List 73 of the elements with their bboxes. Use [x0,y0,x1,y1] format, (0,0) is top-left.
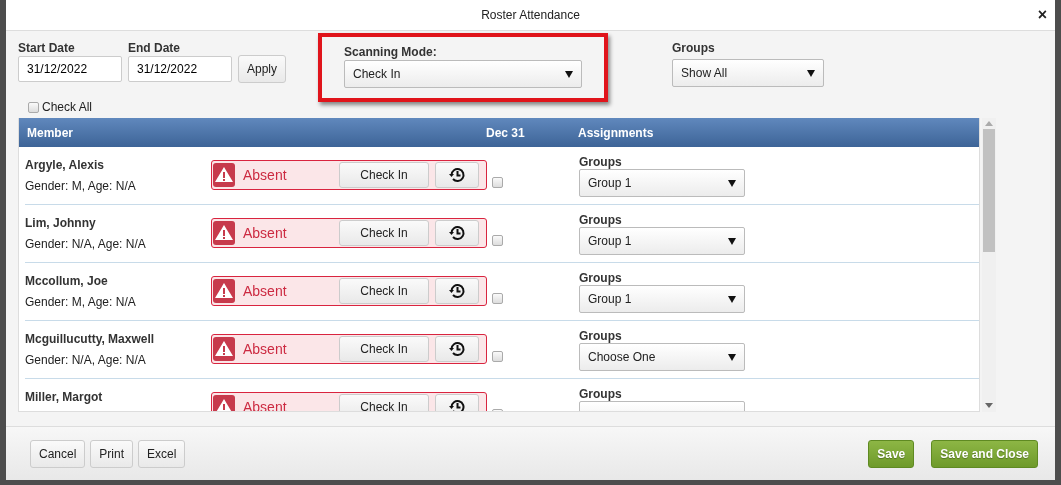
check-in-button[interactable]: Check In [339,162,429,188]
caret-icon [728,295,736,303]
scrollbar-thumb[interactable] [983,129,995,252]
status-text: Absent [243,225,288,241]
footer-button[interactable]: Cancel [30,439,86,468]
field-label: Groups [579,387,623,401]
member-details: Gender: M, Age: N/A [25,179,137,193]
member-name: Lim, Johnny [25,216,97,230]
history-button[interactable] [435,278,479,304]
field-label: Groups [579,155,623,169]
caret-icon [565,70,574,78]
history-icon [448,398,466,411]
field-label: Groups [579,213,623,227]
history-button[interactable] [435,162,479,188]
member-name: Mcguillucutty, Maxwell [25,332,156,346]
member-details: Gender: N/A, Age: N/A [25,237,147,251]
field-label: End Date [128,41,181,55]
group-dropdown[interactable]: Group 1 [579,227,745,255]
field-label: Groups [672,41,716,55]
check-in-button[interactable]: Check In [339,336,429,362]
checkbox[interactable] [28,101,39,113]
checkbox[interactable] [492,235,503,246]
footer-button[interactable]: Print [90,439,134,468]
history-icon [448,166,466,184]
start-date-field[interactable]: 31/12/2022 [18,56,122,82]
caret-icon [807,69,816,77]
column-header: Dec 31 [486,125,526,140]
check-in-button[interactable]: Check In [339,394,429,411]
scroll-down-icon[interactable] [985,403,993,408]
groups-dropdown[interactable]: Show All [672,59,825,87]
warning-icon [213,221,235,245]
history-icon [448,224,466,242]
column-header: Assignments [578,125,654,140]
field-label: Groups [579,329,623,343]
member-name: Miller, Margot [25,390,104,404]
status-text: Absent [243,167,288,183]
window-title: Roster Attendance [481,8,580,22]
check-in-button[interactable]: Check In [339,220,429,246]
scroll-up-icon[interactable] [985,121,993,126]
checkbox-label: Check All [42,100,93,114]
member-name: Argyle, Alexis [25,158,105,172]
close-button[interactable]: × [1037,7,1047,23]
status-text: Absent [243,341,288,357]
group-dropdown[interactable]: Group 1 [579,285,745,313]
end-date-field[interactable]: 31/12/2022 [128,56,232,82]
scanning-mode-dropdown[interactable]: Check In [344,60,583,88]
caret-icon [728,353,736,361]
group-dropdown[interactable]: Group 1 [579,169,745,197]
checkbox[interactable] [492,177,503,188]
scrollbar[interactable] [982,118,996,412]
history-button[interactable] [435,336,479,362]
apply-button[interactable]: Apply [238,55,287,83]
field-label: Groups [579,271,623,285]
member-name: Mccollum, Joe [25,274,109,288]
status-text: Absent [243,283,288,299]
warning-icon [213,279,235,303]
field-label: Scanning Mode: [344,45,438,59]
member-details: Gender: N/A, Age: N/A [25,353,147,367]
footer-button[interactable]: Excel [138,439,186,468]
field-label: Start Date [18,41,76,55]
checkbox[interactable] [492,351,503,362]
member-details: Gender: M, Age: N/A [25,295,137,309]
group-dropdown[interactable]: Choose One [579,343,745,371]
warning-icon [213,163,235,187]
history-button[interactable] [435,220,479,246]
check-in-button[interactable]: Check In [339,278,429,304]
caret-icon [728,179,736,187]
warning-icon [213,337,235,361]
checkbox[interactable] [492,293,503,304]
column-header: Member [27,125,74,140]
caret-icon [728,237,736,245]
history-icon [448,340,466,358]
history-icon [448,282,466,300]
